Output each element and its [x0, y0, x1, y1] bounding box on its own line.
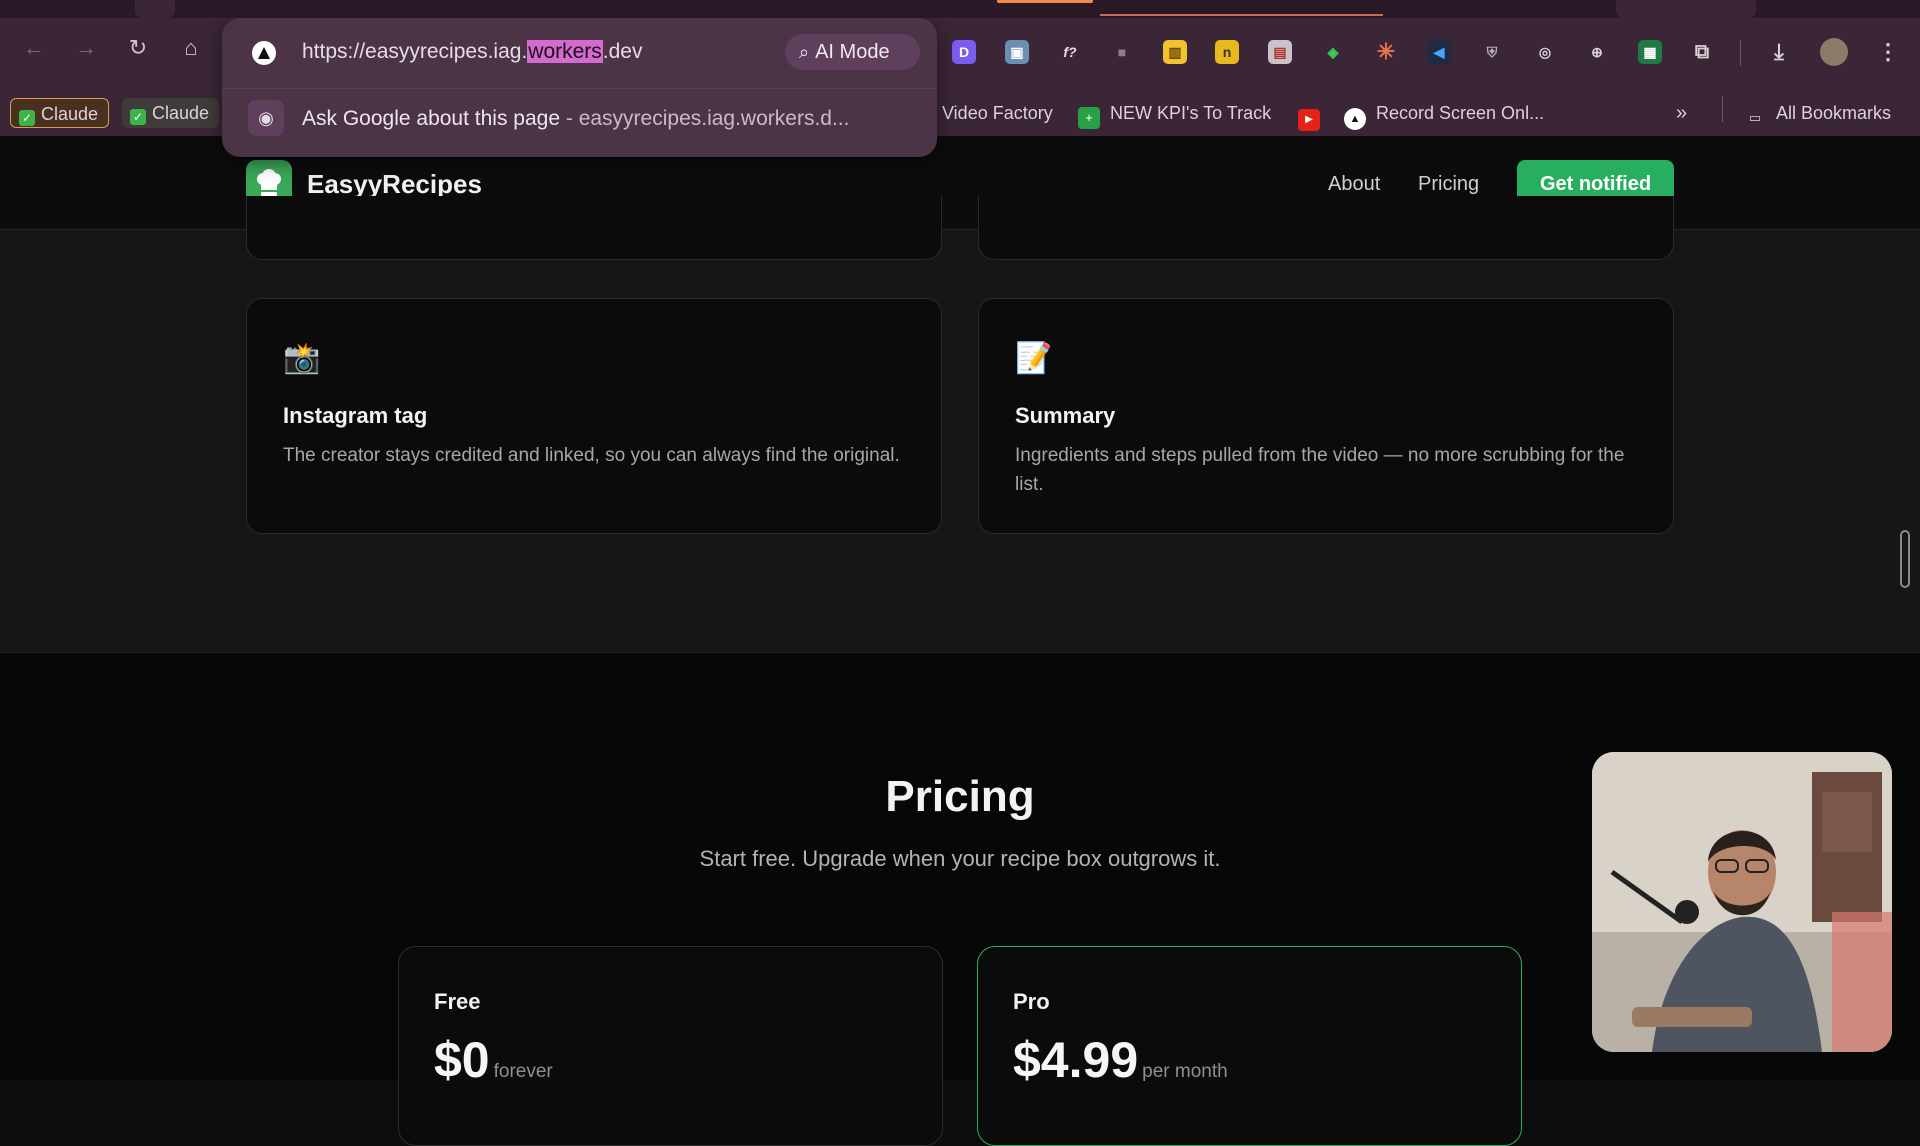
extension-video-icon[interactable]: ■ — [1110, 40, 1134, 64]
bookmark-all-bookmarks[interactable]: ▭ All Bookmarks — [1744, 98, 1891, 128]
forward-arrow-icon[interactable]: → — [72, 34, 100, 62]
extension-print-icon[interactable]: ▤ — [1268, 40, 1292, 64]
search-sparkle-icon: ⌕ — [799, 42, 810, 62]
bookmark-record-screen[interactable]: ▲ Record Screen Onl... — [1344, 98, 1544, 130]
toolbar-divider — [1740, 40, 1741, 66]
plan-name: Pro — [1013, 989, 1050, 1014]
check-icon: ✓ — [130, 109, 146, 125]
folder-icon: ▭ — [1748, 110, 1762, 125]
suggestion-ask-google[interactable]: Ask Google about this page - easyyrecipe… — [302, 107, 849, 131]
download-icon[interactable]: ⤓ — [1767, 40, 1791, 64]
extension-sheet-icon[interactable]: ▦ — [1638, 40, 1662, 64]
url-input[interactable]: https://easyyrecipes.iag.workers.dev — [302, 40, 643, 64]
bookmark-youtube[interactable]: ▶ — [1298, 98, 1330, 131]
youtube-icon: ▶ — [1298, 109, 1320, 131]
extension-robot-icon[interactable]: ⊕ — [1585, 40, 1609, 64]
extension-d-icon[interactable]: D — [952, 40, 976, 64]
reload-icon[interactable]: ↻ — [124, 34, 152, 62]
plan-name: Free — [434, 989, 481, 1014]
bookmark-video-factory[interactable]: Video Factory — [942, 98, 1053, 128]
tab-strip — [0, 0, 1920, 18]
webcam-overlay — [1592, 752, 1892, 1052]
ai-mode-button[interactable]: ⌕ AI Mode — [785, 34, 920, 70]
plus-icon: + — [1078, 107, 1100, 129]
feature-title: Summary — [1015, 403, 1116, 428]
active-tab-indicator — [997, 0, 1093, 3]
bookmark-claude-2[interactable]: ✓ Claude — [122, 98, 220, 128]
feature-description: Ingredients and steps pulled from the vi… — [1015, 445, 1625, 495]
back-arrow-icon[interactable]: ← — [20, 34, 48, 62]
tab-edge[interactable] — [1616, 0, 1756, 18]
bookmark-claude-1[interactable]: ✓ Claude — [10, 98, 110, 128]
extension-image-icon[interactable]: ▣ — [1005, 40, 1029, 64]
chevrons-right-icon[interactable]: » — [1676, 98, 1687, 128]
tab-edge[interactable] — [135, 0, 175, 18]
dropdown-divider — [222, 88, 937, 89]
check-icon: ✓ — [19, 110, 35, 126]
bookmarks-divider — [1722, 96, 1723, 122]
triangle-logo-icon: ▲ — [1344, 108, 1366, 130]
extension-eye-icon[interactable]: ◈ — [1321, 40, 1345, 64]
profile-avatar[interactable] — [1820, 38, 1848, 66]
feature-card-summary: 📝 Summary Ingredients and steps pulled f… — [978, 298, 1674, 534]
feature-title: Instagram tag — [283, 403, 428, 428]
kebab-menu-icon[interactable]: ⋮ — [1876, 40, 1900, 64]
shield-icon[interactable]: ⛨ — [1480, 40, 1504, 64]
extension-yellow-icon[interactable]: n — [1215, 40, 1239, 64]
loading-progress — [1100, 14, 1383, 16]
extension-lens-icon[interactable]: ◎ — [1533, 40, 1557, 64]
nav-about-link[interactable]: About — [1328, 173, 1380, 196]
feature-description: The creator stays credited and linked, s… — [283, 445, 900, 466]
address-bar-dropdown[interactable]: https://easyyrecipes.iag.workers.dev ⌕ AI… — [222, 18, 937, 157]
page-scrollbar[interactable] — [1900, 530, 1910, 588]
plan-price: $4.99 per month — [1013, 1032, 1228, 1088]
extension-chart-icon[interactable]: ▥ — [1163, 40, 1187, 64]
lens-icon: ◉ — [248, 100, 284, 136]
extension-arrow-icon[interactable]: ◀ — [1427, 40, 1451, 64]
pricing-card-pro: Pro $4.99 per month — [977, 946, 1522, 1146]
extensions-icon[interactable]: ⧉ — [1690, 40, 1714, 64]
site-logo-icon — [252, 41, 276, 65]
bookmark-kpis[interactable]: + NEW KPI's To Track — [1078, 98, 1271, 129]
feature-card — [246, 196, 942, 260]
feature-card-instagram-tag: 📸 Instagram tag The creator stays credit… — [246, 298, 942, 534]
pricing-card-free: Free $0 forever — [398, 946, 943, 1146]
extension-formula-icon[interactable]: f? — [1058, 40, 1082, 64]
home-icon[interactable]: ⌂ — [177, 34, 205, 62]
claude-asterisk-icon[interactable]: ✳ — [1374, 40, 1398, 64]
camera-flash-icon: 📸 — [283, 342, 321, 375]
nav-pricing-link[interactable]: Pricing — [1418, 173, 1479, 196]
memo-icon: 📝 — [1015, 342, 1053, 375]
feature-card — [978, 196, 1674, 260]
plan-price: $0 forever — [434, 1032, 553, 1088]
